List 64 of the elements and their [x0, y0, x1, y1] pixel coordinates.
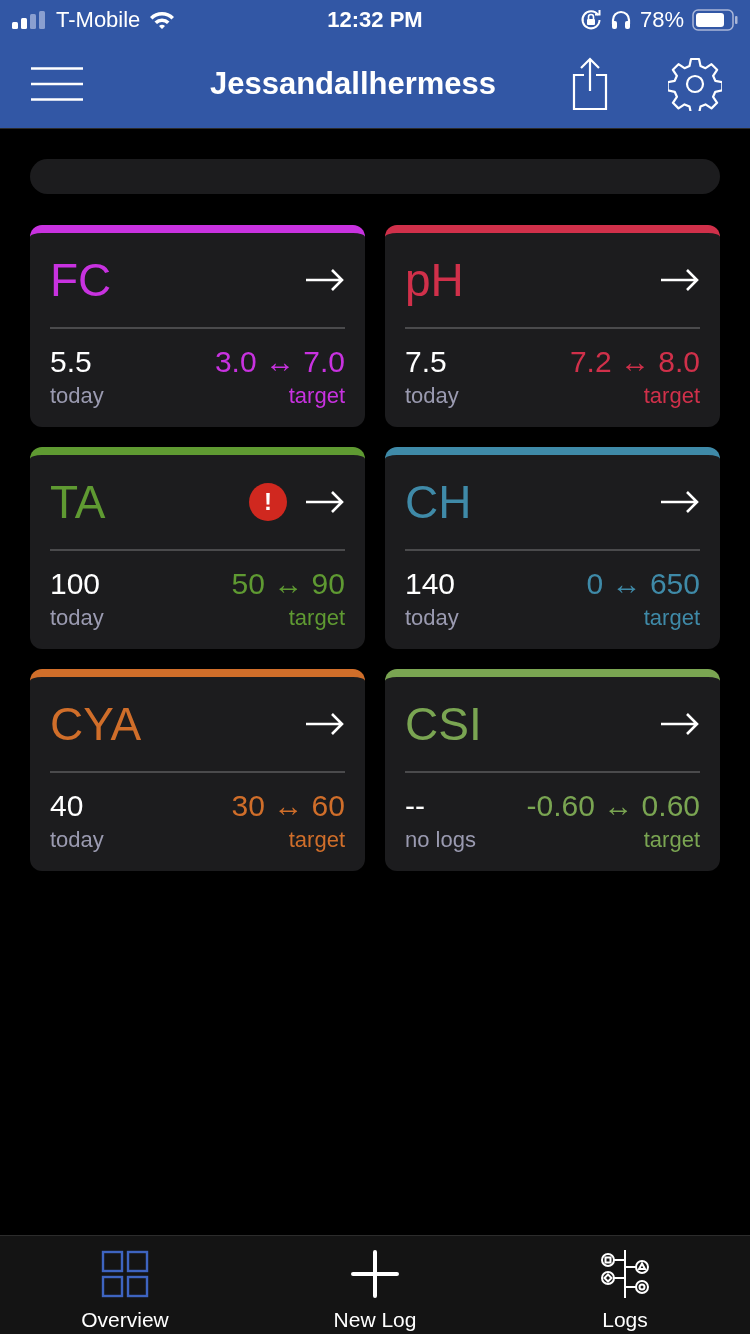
signal-icon	[12, 11, 48, 29]
today-label: today	[50, 605, 104, 631]
alert-badge: !	[249, 483, 287, 521]
wifi-icon	[148, 10, 177, 30]
carrier-name: T-Mobile	[56, 7, 141, 33]
headphones-icon	[609, 10, 632, 30]
parameter-card[interactable]: TA ! 100 today 50 ↔ 90 target	[30, 447, 365, 649]
tab-bar-item[interactable]: Overview	[0, 1236, 250, 1334]
parameter-card[interactable]: pH 7.5 today 7.2 ↔ 8.0 target	[385, 225, 720, 427]
plus-icon	[351, 1250, 399, 1298]
menu-button[interactable]	[30, 67, 84, 101]
target-label: target	[288, 827, 345, 853]
target-label: target	[288, 383, 345, 409]
settings-icon	[668, 57, 722, 111]
parameter-name: pH	[405, 253, 464, 307]
arrow-right-icon	[660, 712, 700, 736]
arrow-right-icon	[305, 490, 345, 514]
today-label: today	[50, 383, 104, 409]
today-value: 140	[405, 567, 457, 601]
target-range: 0 ↔ 650	[586, 567, 700, 601]
parameter-card[interactable]: CYA 40 today 30 ↔ 60 target	[30, 669, 365, 871]
target-label: target	[288, 605, 345, 631]
share-icon	[572, 57, 608, 111]
today-label: today	[405, 605, 459, 631]
today-value: 7.5	[405, 345, 448, 379]
menu-icon	[30, 67, 84, 101]
today-value: 5.5	[50, 345, 93, 379]
today-label: today	[405, 383, 459, 409]
status-time: 12:32 PM	[327, 7, 423, 33]
arrow-right-icon	[660, 268, 700, 292]
target-range: -0.60 ↔ 0.60	[526, 789, 700, 823]
parameter-card[interactable]: CSI -- no logs -0.60 ↔ 0.60 target	[385, 669, 720, 871]
arrow-right-icon	[660, 490, 700, 514]
grid-icon	[101, 1250, 149, 1298]
settings-button[interactable]	[668, 57, 722, 111]
tree-icon	[601, 1250, 649, 1298]
parameter-card[interactable]: FC 5.5 today 3.0 ↔ 7.0 target	[30, 225, 365, 427]
today-value: --	[405, 789, 426, 823]
arrow-right-icon	[305, 712, 345, 736]
parameter-name: FC	[50, 253, 112, 307]
rotation-lock-icon	[579, 9, 602, 31]
today-value: 40	[50, 789, 85, 823]
parameter-name: CYA	[50, 697, 142, 751]
parameter-name: TA	[50, 475, 106, 529]
today-value: 100	[50, 567, 102, 601]
today-label: today	[50, 827, 104, 853]
tab-bar-item[interactable]: New Log	[250, 1236, 500, 1334]
header-title: Jessandallhermess	[208, 66, 498, 102]
battery-percent: 78%	[639, 7, 684, 33]
target-range: 30 ↔ 60	[231, 789, 345, 823]
target-range: 3.0 ↔ 7.0	[214, 345, 345, 379]
battery-icon	[692, 9, 738, 31]
target-range: 50 ↔ 90	[231, 567, 345, 601]
tab-bar-item[interactable]: Logs	[500, 1236, 750, 1334]
parameter-name: CH	[405, 475, 472, 529]
parameter-name: CSI	[405, 697, 482, 751]
target-label: target	[643, 827, 700, 853]
today-label: no logs	[405, 827, 476, 853]
target-range: 7.2 ↔ 8.0	[569, 345, 700, 379]
parameter-card[interactable]: CH 140 today 0 ↔ 650 target	[385, 447, 720, 649]
arrow-right-icon	[305, 268, 345, 292]
target-label: target	[643, 383, 700, 409]
target-label: target	[643, 605, 700, 631]
share-button[interactable]	[572, 57, 608, 111]
